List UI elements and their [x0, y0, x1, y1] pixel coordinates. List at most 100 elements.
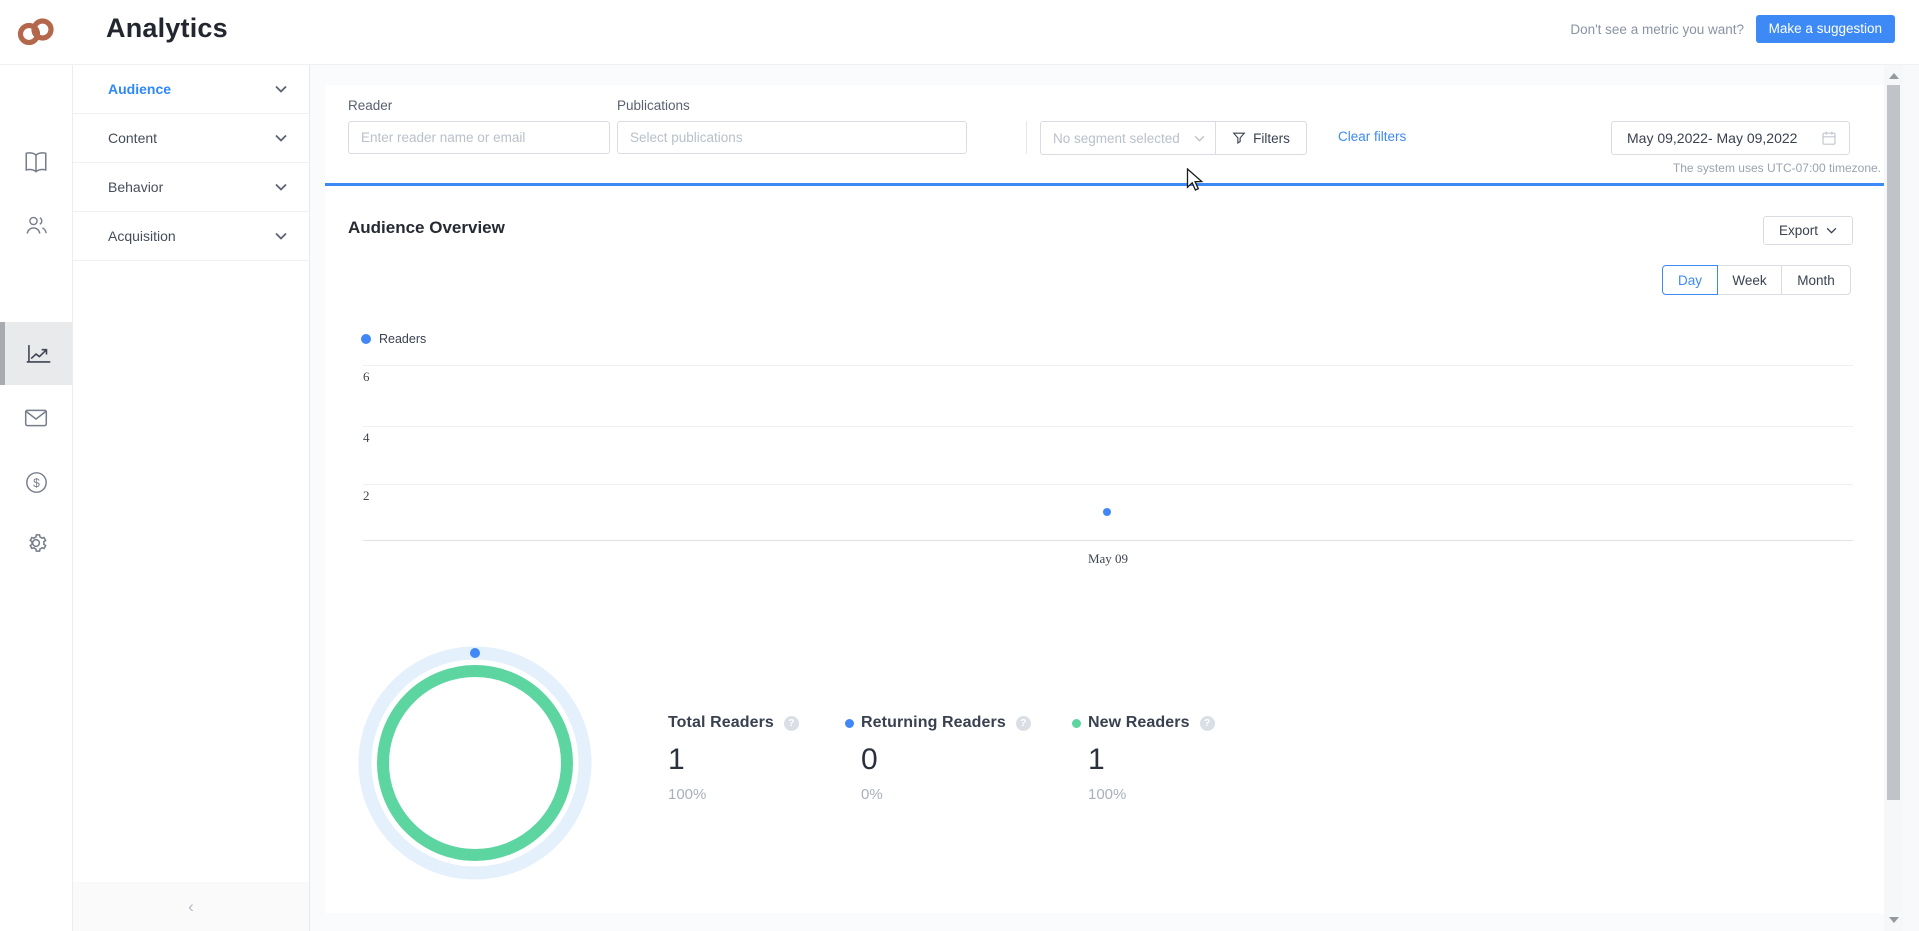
scrollbar-thumb[interactable] [1887, 85, 1900, 800]
export-label: Export [1779, 223, 1818, 238]
chevron-down-icon [1826, 227, 1837, 234]
collapse-chevron-icon: ‹ [188, 897, 194, 917]
funnel-icon [1232, 131, 1246, 145]
section-title: Audience Overview [348, 218, 505, 238]
help-icon[interactable]: ? [784, 716, 799, 731]
clear-filters-link[interactable]: Clear filters [1338, 129, 1406, 144]
page-title: Analytics [106, 13, 228, 44]
reader-input[interactable] [348, 121, 610, 154]
mail-icon [23, 407, 49, 429]
help-icon[interactable]: ? [1016, 716, 1031, 731]
subnav-item-acquisition[interactable]: Acquisition [73, 212, 309, 261]
reader-label: Reader [348, 98, 392, 113]
stat-percent: 0% [861, 786, 1031, 803]
scroll-down-arrow[interactable] [1889, 917, 1899, 923]
filter-bar: Reader Publications No segment selected … [325, 85, 1884, 186]
readers-data-point[interactable] [1103, 508, 1111, 516]
new-readers-ring [383, 671, 567, 855]
sidebar-collapse-button[interactable]: ‹ [73, 882, 309, 931]
analytics-subnav: Audience Content Behavior Acquisition ‹ [72, 65, 310, 931]
sidebar-item-audience[interactable] [0, 199, 72, 251]
vertical-scrollbar [1884, 65, 1903, 931]
sidebar-item-email[interactable] [0, 392, 72, 444]
filters-button[interactable]: Filters [1216, 122, 1306, 154]
granularity-month[interactable]: Month [1781, 265, 1851, 295]
subnav-label: Content [108, 130, 275, 146]
subnav-item-behavior[interactable]: Behavior [73, 163, 309, 212]
granularity-toggle: Day Week Month [1662, 265, 1851, 295]
chevron-down-icon [275, 232, 287, 240]
segment-select[interactable]: No segment selected [1041, 122, 1216, 154]
calendar-icon [1821, 130, 1837, 146]
returning-dot-icon [845, 719, 854, 728]
sidebar-item-settings[interactable] [0, 517, 72, 569]
stat-label: New Readers [1088, 714, 1190, 732]
publications-input[interactable] [617, 121, 967, 154]
filters-button-label: Filters [1253, 131, 1290, 146]
export-button[interactable]: Export [1763, 216, 1853, 245]
timezone-note: The system uses UTC-07:00 timezone. [1673, 161, 1881, 175]
returning-readers-marker[interactable] [470, 648, 480, 658]
x-axis-tick: May 09 [1058, 551, 1158, 567]
chevron-down-icon [275, 85, 287, 93]
icon-rail: $ [0, 65, 72, 931]
analytics-chart-icon [25, 340, 52, 367]
publications-label: Publications [617, 98, 690, 113]
readers-donut-chart [355, 643, 595, 883]
stat-header: New Readers ? [1072, 712, 1215, 734]
chevron-down-icon [275, 134, 287, 142]
stat-total-readers: Total Readers ? 1 100% [668, 712, 799, 803]
stat-header: Returning Readers ? [845, 712, 1031, 734]
subnav-item-content[interactable]: Content [73, 114, 309, 163]
book-icon [23, 149, 49, 175]
analytics-app: Analytics Don't see a metric you want? M… [0, 0, 1919, 931]
help-icon[interactable]: ? [1200, 716, 1215, 731]
gear-icon [23, 530, 49, 556]
segment-filter-group: No segment selected Filters [1040, 121, 1307, 155]
sidebar-item-publications[interactable] [0, 136, 72, 188]
svg-text:$: $ [33, 475, 40, 489]
x-axis-line [363, 540, 1853, 541]
app-header: Analytics Don't see a metric you want? M… [0, 0, 1919, 65]
segment-placeholder: No segment selected [1053, 131, 1180, 146]
divider [1026, 121, 1027, 154]
scroll-up-arrow[interactable] [1889, 73, 1899, 79]
returning-readers-ring [365, 653, 585, 873]
stat-value: 1 [1088, 743, 1215, 777]
subnav-label: Behavior [108, 179, 275, 195]
new-dot-icon [1072, 719, 1081, 728]
date-range-value: May 09,2022- May 09,2022 [1627, 130, 1821, 146]
subnav-label: Acquisition [108, 228, 275, 244]
stat-value: 0 [861, 743, 1031, 777]
stat-returning-readers: Returning Readers ? 0 0% [845, 712, 1031, 803]
gridline [363, 365, 1853, 366]
subnav-label: Audience [108, 81, 275, 97]
legend-dot-readers [361, 334, 371, 344]
stat-percent: 100% [668, 786, 799, 803]
granularity-week[interactable]: Week [1717, 265, 1782, 295]
users-icon [23, 213, 50, 237]
sidebar-item-analytics[interactable] [0, 322, 72, 385]
chevron-down-icon [275, 183, 287, 191]
make-suggestion-button[interactable]: Make a suggestion [1756, 15, 1895, 43]
chart-legend[interactable]: Readers [361, 332, 426, 346]
y-axis-tick: 2 [363, 488, 370, 504]
y-axis-tick: 4 [363, 430, 370, 446]
stat-new-readers: New Readers ? 1 100% [1072, 712, 1215, 803]
stat-percent: 100% [1088, 786, 1215, 803]
stat-header: Total Readers ? [668, 712, 799, 734]
granularity-day[interactable]: Day [1662, 265, 1718, 295]
chevron-down-icon [1194, 135, 1205, 142]
subnav-item-audience[interactable]: Audience [73, 65, 309, 114]
suggestion-hint: Don't see a metric you want? [1570, 22, 1744, 37]
y-axis-tick: 6 [363, 369, 370, 385]
gridline [363, 484, 1853, 485]
dollar-icon: $ [24, 470, 49, 495]
sidebar-item-revenue[interactable]: $ [0, 456, 72, 508]
legend-label: Readers [379, 332, 426, 346]
date-range-picker[interactable]: May 09,2022- May 09,2022 [1611, 121, 1850, 155]
right-margin [1903, 65, 1919, 931]
stat-label: Returning Readers [861, 714, 1006, 732]
brand-logo-icon[interactable] [16, 12, 56, 50]
stat-label: Total Readers [668, 714, 774, 732]
